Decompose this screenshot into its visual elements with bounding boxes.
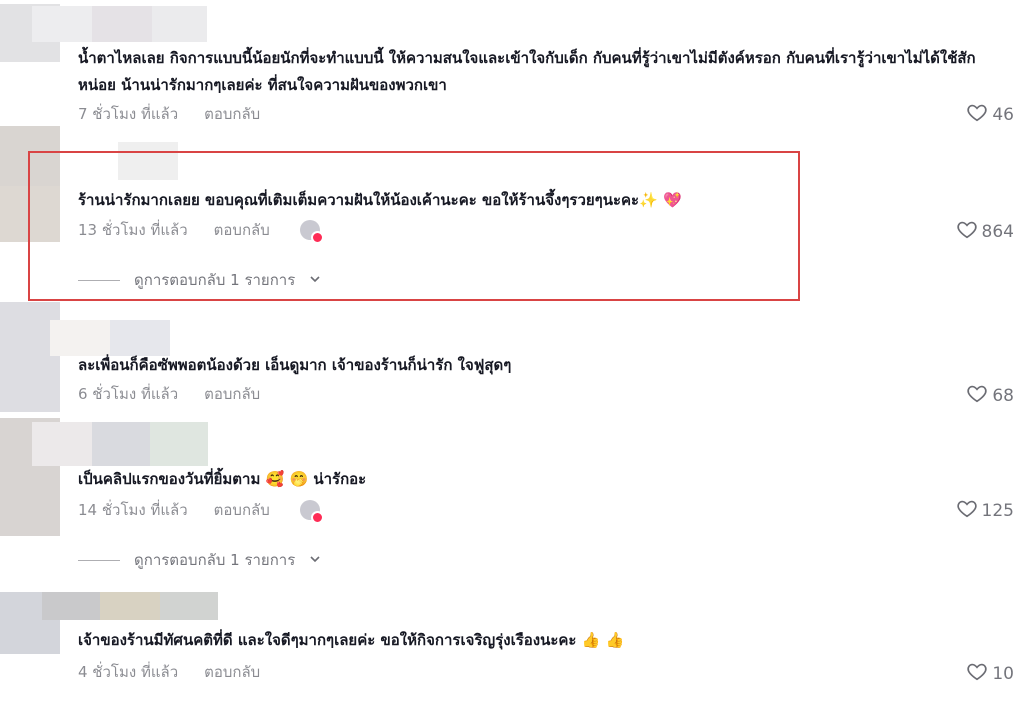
comment-text: เจ้าของร้านมีทัศนคติที่ดี และใจดีๆมากๆเล… xyxy=(78,631,625,649)
blurred-username xyxy=(50,320,170,356)
blurred-username xyxy=(42,592,218,620)
comment-time: 4 ชั่วโมง ที่แล้ว xyxy=(78,663,179,681)
like-button[interactable]: 864 xyxy=(956,218,1014,245)
view-replies-button[interactable]: ดูการตอบกลับ 1 รายการ xyxy=(78,548,321,572)
comment-text: ละเพื่อนก็คือซัพพอตน้องด้วย เอ็นดูมาก เจ… xyxy=(78,356,512,374)
view-replies-label: ดูการตอบกลับ 1 รายการ xyxy=(134,551,296,569)
like-button[interactable]: 10 xyxy=(966,660,1014,687)
comment-time: 6 ชั่วโมง ที่แล้ว xyxy=(78,385,179,403)
comment-meta: 14 ชั่วโมง ที่แล้ว ตอบกลับ xyxy=(78,498,324,524)
like-button[interactable]: 125 xyxy=(956,497,1014,524)
like-count: 864 xyxy=(981,221,1014,242)
like-count: 125 xyxy=(981,500,1014,521)
avatar[interactable] xyxy=(0,302,60,412)
creator-liked-icon xyxy=(299,500,324,524)
comment-text: น้ำตาไหลเลย กิจการแบบนี้น้อยนักที่จะทำแบ… xyxy=(78,49,976,94)
chevron-down-icon xyxy=(309,551,321,569)
heart-icon xyxy=(956,497,978,524)
heart-icon xyxy=(966,382,988,409)
reply-button[interactable]: ตอบกลับ xyxy=(214,498,270,522)
like-button[interactable]: 68 xyxy=(966,382,1014,409)
like-count: 68 xyxy=(992,385,1014,406)
comment-meta: 6 ชั่วโมง ที่แล้ว ตอบกลับ xyxy=(78,382,260,406)
comment-meta: 4 ชั่วโมง ที่แล้ว ตอบกลับ xyxy=(78,660,260,684)
blurred-username xyxy=(32,422,208,466)
reply-button[interactable]: ตอบกลับ xyxy=(204,660,260,684)
highlight-annotation xyxy=(28,151,800,301)
reply-button[interactable]: ตอบกลับ xyxy=(204,382,260,406)
comment-item: เป็นคลิปแรกของวันที่ยิ้มตาม 🥰 🤭 น่ารักอะ… xyxy=(0,418,1024,588)
comment-time: 14 ชั่วโมง ที่แล้ว xyxy=(78,501,188,519)
divider xyxy=(78,559,120,561)
comment-item: เจ้าของร้านมีทัศนคติที่ดี และใจดีๆมากๆเล… xyxy=(0,592,1024,702)
heart-icon xyxy=(966,660,988,687)
blurred-username xyxy=(32,6,207,42)
like-count: 10 xyxy=(992,663,1014,684)
comment-item: ละเพื่อนก็คือซัพพอตน้องด้วย เอ็นดูมาก เจ… xyxy=(0,302,1024,412)
comment-text: เป็นคลิปแรกของวันที่ยิ้มตาม 🥰 🤭 น่ารักอะ xyxy=(78,470,367,488)
comment-item: น้ำตาไหลเลย กิจการแบบนี้น้อยนักที่จะทำแบ… xyxy=(0,0,1024,130)
heart-icon xyxy=(956,218,978,245)
